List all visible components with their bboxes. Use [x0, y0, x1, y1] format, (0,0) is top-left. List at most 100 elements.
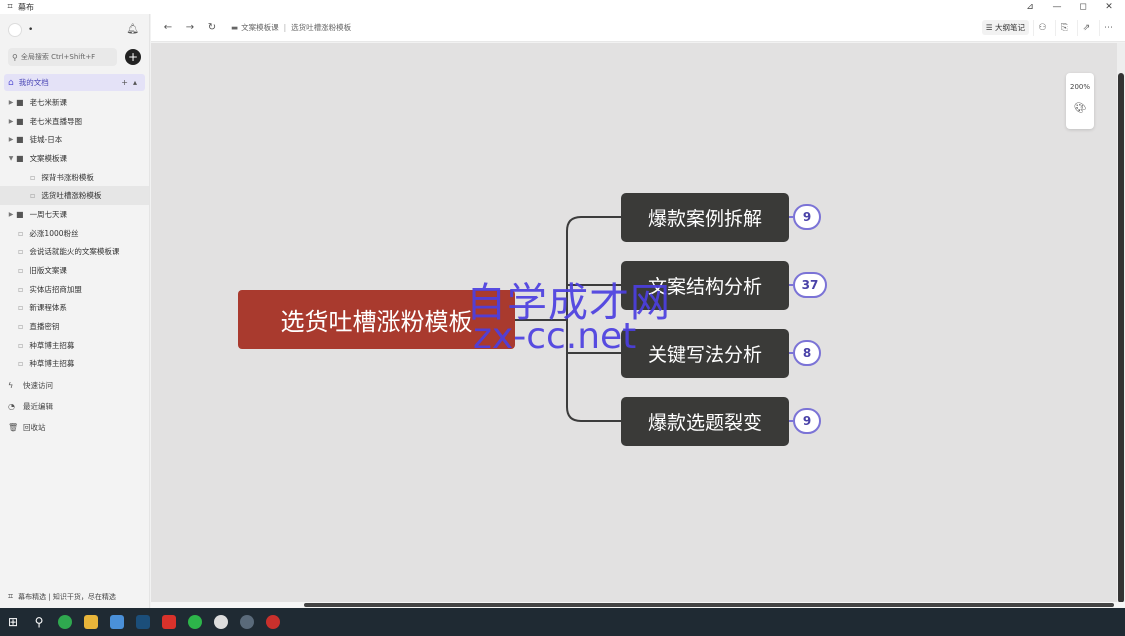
refresh-icon[interactable]: ↻: [201, 22, 223, 33]
new-doc-button[interactable]: +: [125, 49, 141, 65]
expand-arrow-icon[interactable]: ▶: [6, 118, 16, 125]
browser-icon[interactable]: [52, 608, 78, 636]
document-icon: ▫: [18, 247, 24, 257]
outline-notes-label: 大纲笔记: [995, 23, 1025, 32]
sidebar-item[interactable]: ▫ 会说话就能火的文案模板课: [0, 243, 149, 262]
sidebar-item-label: 会说话就能火的文案模板课: [29, 247, 120, 257]
avatar[interactable]: [8, 23, 22, 37]
mindmap-canvas[interactable]: 200% 🎨︎ 选货吐槽涨粉模板 爆款案例拆解 9 文案结构分析 37 关键写法…: [151, 43, 1117, 602]
palette-icon[interactable]: 🎨︎: [1074, 103, 1087, 114]
sidebar-item-label: 一周七天课: [29, 209, 68, 219]
file-explorer-icon[interactable]: [78, 608, 104, 636]
my-docs-actions[interactable]: + ▴: [121, 78, 137, 87]
wps-icon[interactable]: [156, 608, 182, 636]
breadcrumb: ▬ 文案模板课 | 选货吐槽涨粉模板: [231, 22, 352, 33]
search-input[interactable]: ⚲ 全局搜索 Ctrl+Shift+F: [8, 48, 117, 66]
sidebar-item[interactable]: ▫ 种草博主招募: [0, 336, 149, 355]
sidebar-item-label: 实体店招商加盟: [29, 284, 82, 294]
my-docs-item[interactable]: ⌂ 我的文档 + ▴: [4, 74, 145, 91]
child-count-badge[interactable]: 9: [793, 408, 821, 434]
sidebar-nav: ϟ 快速访问 ◔ 最近编辑 🗑︎ 回收站: [0, 375, 149, 438]
expand-arrow-icon[interactable]: ▶: [6, 99, 16, 106]
back-arrow-icon[interactable]: ←: [157, 22, 179, 33]
more-icon[interactable]: ⋯: [1099, 19, 1117, 36]
sidebar-nav-label: 回收站: [23, 423, 46, 433]
sidebar-item-label: 徒城-日本: [29, 135, 63, 145]
pin-icon[interactable]: ⊿: [1020, 0, 1040, 14]
my-docs-label: 我的文档: [18, 78, 49, 87]
sidebar-nav-item[interactable]: ϟ 快速访问: [0, 375, 149, 396]
zoom-panel: 200% 🎨︎: [1066, 73, 1094, 129]
app-icon[interactable]: [104, 608, 130, 636]
search-icon[interactable]: ⚲: [26, 608, 52, 636]
vertical-scroll-thumb[interactable]: [1118, 73, 1124, 603]
open-external-icon[interactable]: ⇗: [1077, 19, 1095, 36]
sidebar-item[interactable]: ▫ 旧版文案课: [0, 261, 149, 280]
expand-arrow-icon[interactable]: ▼: [6, 155, 16, 162]
sidebar-item-label: 种草博主招募: [29, 340, 75, 350]
forward-arrow-icon[interactable]: →: [179, 22, 201, 33]
mubu-logo-icon: ⌗: [8, 592, 14, 602]
mindmap-branch-node[interactable]: 关键写法分析: [621, 329, 789, 378]
document-icon: ▫: [18, 284, 24, 294]
windows-start-icon[interactable]: ⊞: [0, 608, 26, 636]
app-icon[interactable]: [234, 608, 260, 636]
horizontal-scroll-thumb[interactable]: [304, 603, 1114, 607]
breadcrumb-doc[interactable]: 选货吐槽涨粉模板: [291, 22, 351, 33]
mindmap-branch-node[interactable]: 爆款案例拆解: [621, 193, 789, 242]
sidebar-item[interactable]: ▫ 新课程体系: [0, 299, 149, 318]
sidebar-item-label: 选货吐槽涨粉模板: [41, 191, 102, 201]
sidebar-item[interactable]: ▼ ■ 文案模板课: [0, 149, 149, 168]
sidebar-item[interactable]: ▫ 必涨1000粉丝: [0, 224, 149, 243]
sidebar-footer[interactable]: ⌗ 幕布精选 | 知识干货，尽在精选: [8, 592, 116, 602]
document-icon: ▫: [18, 340, 24, 350]
close-button[interactable]: ✕: [1099, 0, 1119, 14]
expand-arrow-icon[interactable]: ▶: [6, 211, 16, 218]
doc-tree: ▶ ■ 老七米新课 ▶ ■ 老七米直播导图 ▶ ■ 徒城-日本 ▼ ■ 文案模板课 ▫ 探背书涨粉模板 ▫ 选…: [0, 93, 149, 373]
sidebar-item-label: 老七米直播导图: [29, 116, 83, 126]
document-icon: ▫: [30, 172, 36, 182]
sidebar-item-label: 种草博主招募: [29, 359, 75, 369]
sidebar-nav-item[interactable]: ◔ 最近编辑: [0, 396, 149, 417]
sidebar-item-label: 旧版文案课: [29, 266, 67, 276]
breadcrumb-folder[interactable]: 文案模板课: [241, 22, 279, 33]
recorder-icon[interactable]: [260, 608, 286, 636]
sidebar-item[interactable]: ▶ ■ 一周七天课: [0, 205, 149, 224]
wechat-icon[interactable]: [182, 608, 208, 636]
vertical-scrollbar[interactable]: [1117, 43, 1125, 603]
sidebar-item[interactable]: ▶ ■ 老七米新课: [0, 93, 149, 112]
folder-icon: ■: [16, 97, 24, 107]
steam-icon[interactable]: [130, 608, 156, 636]
minimize-button[interactable]: —: [1047, 0, 1067, 14]
child-count-badge[interactable]: 8: [793, 340, 821, 366]
sidebar-item-label: 必涨1000粉丝: [29, 228, 79, 238]
sidebar-item[interactable]: ▫ 选货吐槽涨粉模板: [0, 186, 149, 206]
outline-notes-button[interactable]: ☰ 大纲笔记: [981, 20, 1029, 35]
clock-icon: ◔: [8, 402, 15, 412]
watermark-url: zx-cc.net: [473, 316, 637, 357]
sidebar-nav-item[interactable]: 🗑︎ 回收站: [0, 417, 149, 438]
document-icon: ▫: [30, 191, 36, 201]
sidebar-item[interactable]: ▶ ■ 徒城-日本: [0, 130, 149, 149]
zoom-level[interactable]: 200%: [1070, 83, 1090, 91]
app-icon[interactable]: [208, 608, 234, 636]
maximize-button[interactable]: ◻: [1073, 0, 1093, 14]
app-title: 幕布: [18, 2, 34, 12]
sidebar-item[interactable]: ▫ 实体店招商加盟: [0, 280, 149, 299]
expand-arrow-icon[interactable]: ▶: [6, 136, 16, 143]
export-icon[interactable]: ⎘: [1055, 19, 1073, 36]
document-icon: ▫: [18, 303, 24, 313]
lightning-icon: ϟ: [8, 381, 14, 391]
mindmap-branch-node[interactable]: 爆款选题裂变: [621, 397, 789, 446]
share-icon[interactable]: ⚇: [1033, 19, 1051, 36]
child-count-badge[interactable]: 37: [793, 272, 827, 298]
sidebar-nav-label: 最近编辑: [23, 402, 53, 412]
bell-icon[interactable]: 🔔︎: [126, 24, 139, 35]
sidebar-item[interactable]: ▶ ■ 老七米直播导图: [0, 112, 149, 131]
sidebar-item[interactable]: ▫ 直播密钥: [0, 317, 149, 336]
sidebar-item[interactable]: ▫ 种草博主招募: [0, 355, 149, 374]
username[interactable]: •: [28, 25, 33, 35]
title-bar: ⌗ 幕布 ⊿ — ◻ ✕: [0, 0, 1125, 14]
sidebar-item[interactable]: ▫ 探背书涨粉模板: [0, 168, 149, 187]
child-count-badge[interactable]: 9: [793, 204, 821, 230]
